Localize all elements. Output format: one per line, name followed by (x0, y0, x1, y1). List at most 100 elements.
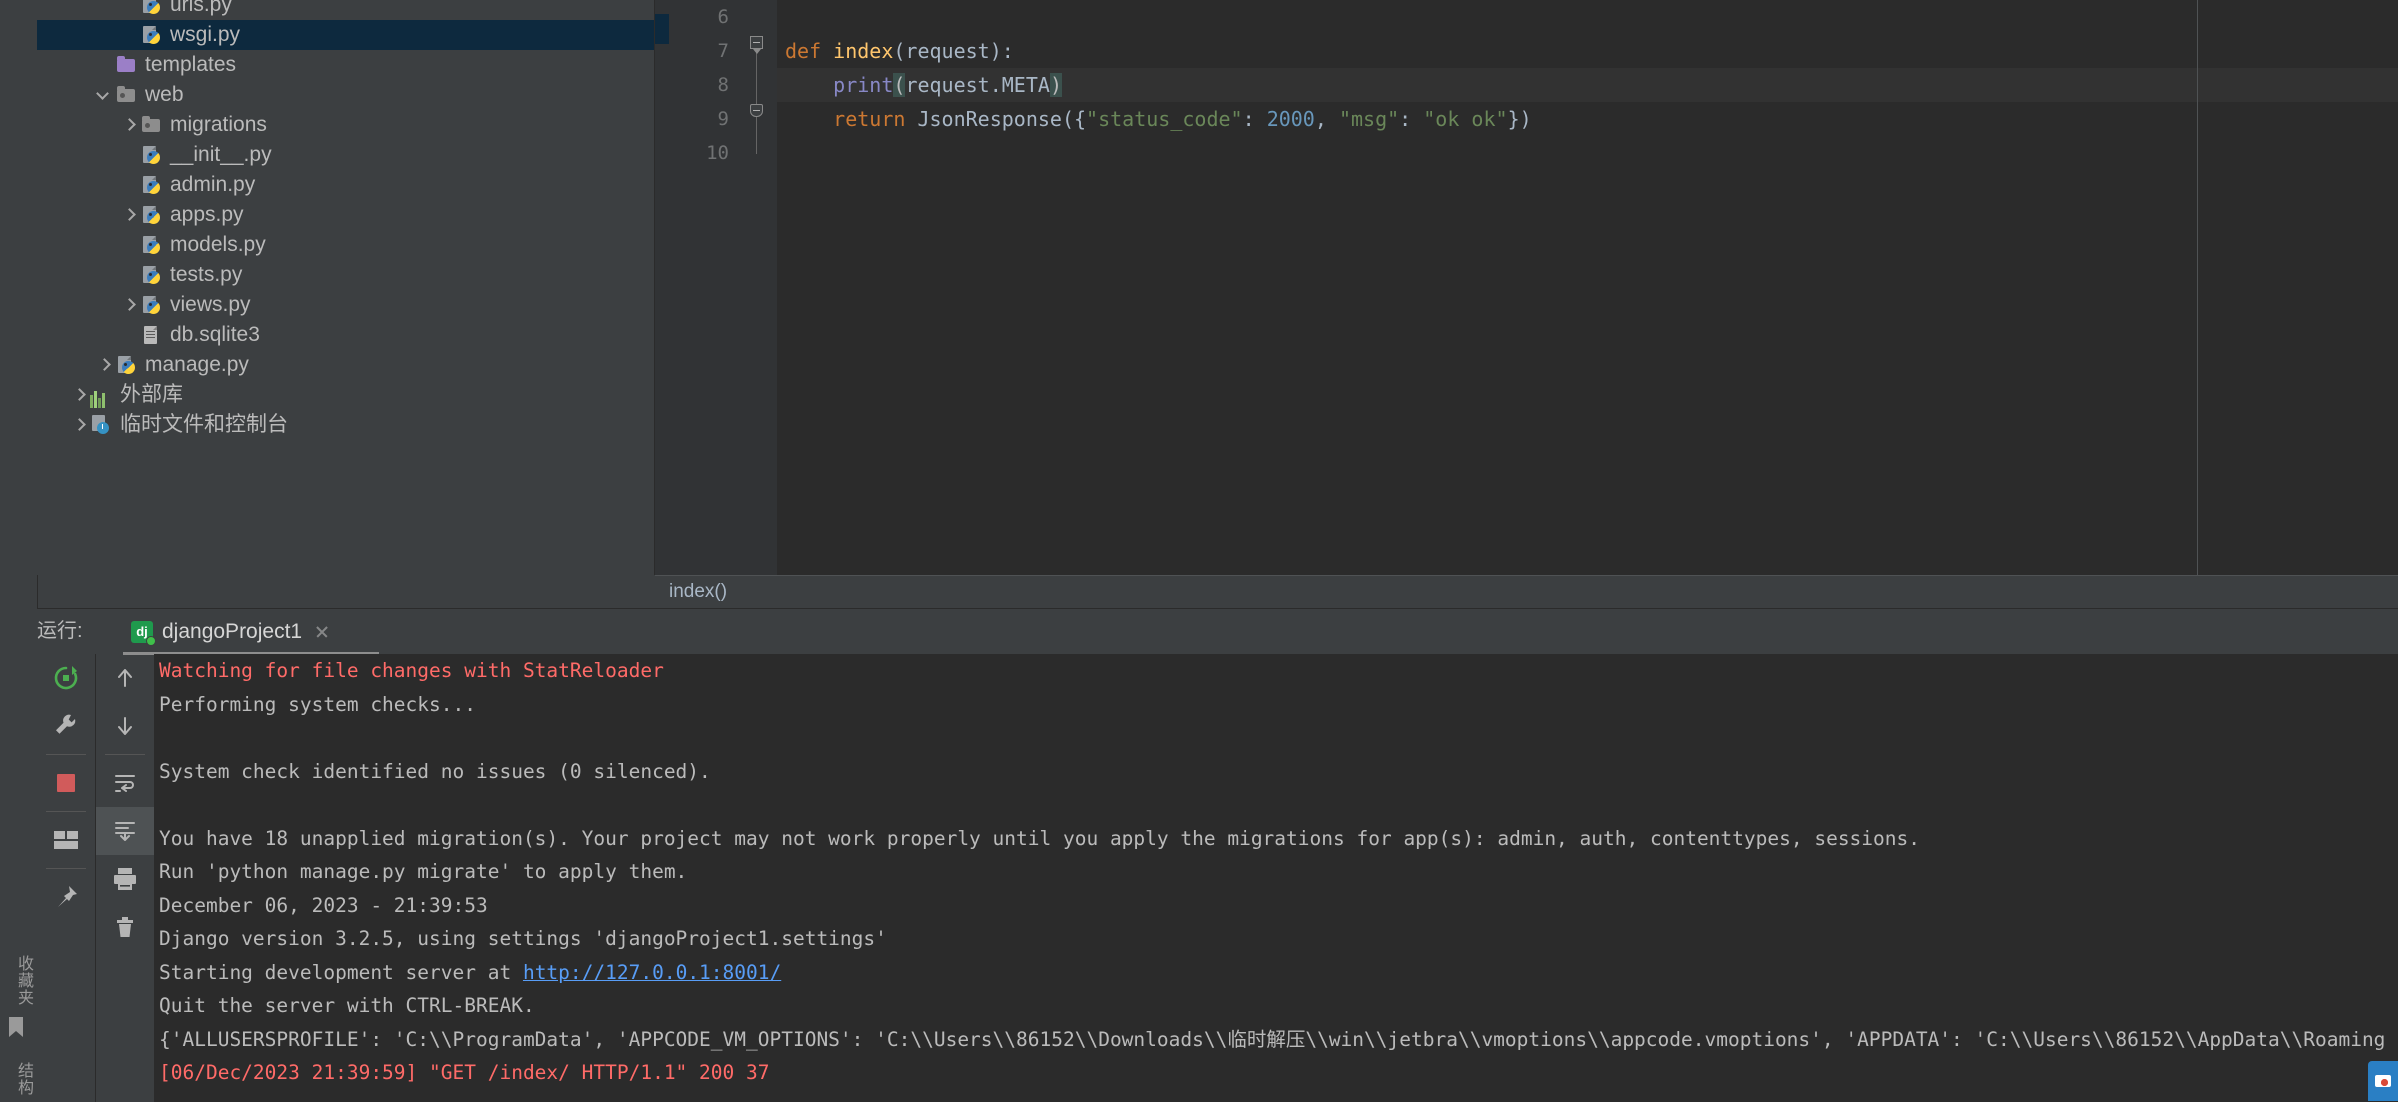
console-line: Django version 3.2.5, using settings 'dj… (159, 927, 887, 950)
code-token: }) (1507, 107, 1532, 131)
settings-button[interactable] (37, 702, 95, 750)
run-toolbar-primary[interactable] (37, 654, 95, 1102)
code-token: "status_code" (1086, 107, 1243, 131)
breadcrumb[interactable]: index() (655, 575, 2398, 607)
code-editor[interactable]: 6 7 8 9 10 def index(request): print(request… (655, 0, 2398, 575)
console-link[interactable]: http://127.0.0.1:8001/ (523, 961, 781, 984)
tree-item[interactable]: urls.py (37, 0, 654, 20)
tree-item[interactable]: admin.py (37, 170, 654, 200)
code-line[interactable]: print(request.META) (777, 68, 2398, 102)
scroll-to-end-button[interactable] (96, 807, 154, 855)
project-tree-panel[interactable]: urls.py wsgi.py templates web migrations __in… (37, 0, 654, 575)
tree-item[interactable]: web (37, 80, 654, 110)
run-tool-window: 运行: dj djangoProject1 Watching for file … (37, 608, 2398, 1102)
tree-item[interactable]: models.py (37, 230, 654, 260)
run-toolbar-secondary[interactable] (95, 654, 155, 1102)
pin-button[interactable] (37, 873, 95, 921)
scroll-down-button[interactable] (96, 702, 154, 750)
tree-item[interactable]: 外部库 (37, 380, 654, 410)
chevron-right-icon[interactable] (120, 296, 138, 314)
chevron-right-icon[interactable] (120, 116, 138, 134)
tree-item-label: admin.py (170, 173, 256, 196)
tree-item[interactable]: views.py (37, 290, 654, 320)
console-line: Run 'python manage.py migrate' to apply … (159, 860, 688, 883)
code-token: , (1314, 107, 1339, 131)
fold-collapse-icon[interactable] (750, 36, 763, 54)
code-token: 2000 (1266, 107, 1315, 131)
tree-item[interactable]: templates (37, 50, 654, 80)
run-panel-header: 运行: dj djangoProject1 (37, 609, 2398, 655)
python-file-icon (140, 144, 162, 166)
folder-icon (140, 114, 162, 136)
layout-button[interactable] (37, 816, 95, 864)
code-line[interactable]: def index(request): (777, 34, 2398, 68)
line-number: 8 (717, 74, 729, 96)
tree-item-label: manage.py (145, 353, 249, 376)
notification-dot (2381, 1079, 2388, 1086)
run-console-output[interactable]: Watching for file changes with StatReloa… (154, 654, 2398, 1102)
code-token: return (833, 107, 918, 131)
code-token: request.META (905, 73, 1050, 97)
tree-item[interactable]: __init__.py (37, 140, 654, 170)
code-fold-gutter[interactable] (737, 0, 777, 575)
scroll-up-button[interactable] (96, 654, 154, 702)
tree-arrow-spacer (95, 56, 113, 74)
line-number-gutter: 6 7 8 9 10 (669, 0, 737, 575)
chevron-right-icon[interactable] (70, 386, 88, 404)
favorites-tool-button[interactable]: 收藏夹 (2, 955, 35, 1006)
code-token: : (1399, 107, 1424, 131)
run-tab-label: djangoProject1 (162, 619, 303, 643)
stop-button[interactable] (37, 759, 95, 807)
code-token: def (785, 39, 834, 63)
run-tab-djangoproject1[interactable]: dj djangoProject1 (123, 609, 338, 654)
tree-item[interactable]: db.sqlite3 (37, 320, 654, 350)
chevron-right-icon[interactable] (120, 206, 138, 224)
fold-region-end-icon[interactable] (750, 104, 763, 117)
tree-item[interactable]: wsgi.py (37, 20, 654, 50)
chevron-right-icon[interactable] (70, 416, 88, 434)
code-text-area[interactable]: def index(request): print(request.META) … (777, 0, 2398, 575)
rerun-button[interactable] (37, 654, 95, 702)
print-button[interactable] (96, 855, 154, 903)
chevron-right-icon[interactable] (95, 356, 113, 374)
code-line[interactable] (777, 136, 2398, 170)
scroll-down-icon (118, 717, 132, 735)
tree-item[interactable]: migrations (37, 110, 654, 140)
tree-item-label: db.sqlite3 (170, 323, 260, 346)
python-file-icon (140, 24, 162, 46)
code-line[interactable]: return JsonResponse({"status_code": 2000… (777, 102, 2398, 136)
notification-widget[interactable] (2368, 1061, 2398, 1101)
fold-region-line (756, 42, 757, 154)
soft-wrap-button[interactable] (96, 759, 154, 807)
code-line[interactable] (777, 0, 2398, 34)
scratches-icon (90, 414, 112, 436)
console-line: {'ALLUSERSPROFILE': 'C:\\ProgramData', '… (159, 1027, 2386, 1051)
tree-arrow-spacer (120, 176, 138, 194)
libraries-icon (90, 383, 112, 408)
sqlite-file-icon (140, 324, 162, 346)
project-tree[interactable]: urls.py wsgi.py templates web migrations __in… (37, 0, 654, 440)
code-token: JsonResponse({ (917, 107, 1087, 131)
tree-arrow-spacer (120, 266, 138, 284)
tree-item[interactable]: apps.py (37, 200, 654, 230)
chevron-down-icon[interactable] (95, 86, 113, 104)
clear-all-button[interactable] (96, 903, 154, 951)
tree-arrow-spacer (120, 0, 138, 14)
code-token: ) (1049, 73, 1062, 97)
code-token: index (833, 39, 894, 63)
code-token: print (833, 73, 894, 97)
line-number: 6 (717, 6, 729, 28)
tree-item-label: views.py (170, 293, 251, 316)
tree-item[interactable]: 临时文件和控制台 (37, 410, 654, 440)
structure-tool-button[interactable]: 结构 (2, 1062, 35, 1096)
tree-item[interactable]: manage.py (37, 350, 654, 380)
close-icon[interactable] (314, 624, 330, 640)
python-file-icon (140, 234, 162, 256)
line-number: 7 (717, 40, 729, 62)
code-token: "msg" (1338, 107, 1400, 131)
tree-item[interactable]: tests.py (37, 260, 654, 290)
toolbar-separator (105, 754, 145, 755)
line-number: 10 (706, 142, 729, 164)
